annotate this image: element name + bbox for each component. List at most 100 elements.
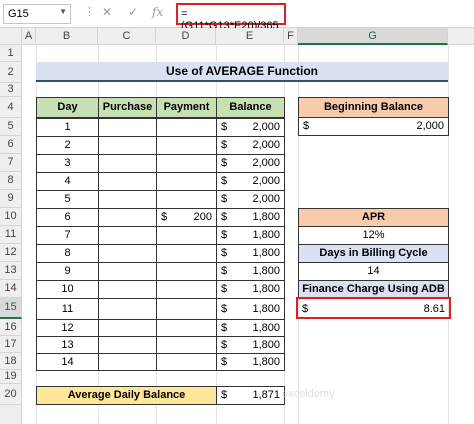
day-cell[interactable]: 8: [36, 244, 99, 263]
purchase-cell[interactable]: [98, 136, 157, 155]
payment-cell[interactable]: [156, 118, 217, 137]
row-header-9[interactable]: 9: [0, 190, 22, 208]
purchase-cell[interactable]: [98, 226, 157, 245]
row-header-11[interactable]: 11: [0, 226, 22, 244]
balance-cell[interactable]: $1,800: [216, 353, 285, 371]
row-header-4[interactable]: 4: [0, 97, 22, 118]
purchase-cell[interactable]: [98, 244, 157, 263]
balance-cell[interactable]: $1,800: [216, 208, 285, 227]
row-header-18[interactable]: 18: [0, 353, 22, 370]
finance-charge-cell-selected[interactable]: $ 8.61: [296, 297, 451, 319]
row-header-20[interactable]: 20: [0, 384, 22, 405]
row-header-17[interactable]: 17: [0, 336, 22, 353]
day-cell[interactable]: 5: [36, 190, 99, 209]
payment-cell[interactable]: $200: [156, 208, 217, 227]
col-header-d[interactable]: D: [156, 28, 216, 45]
row-header-2[interactable]: 2: [0, 62, 22, 83]
day-cell[interactable]: 9: [36, 262, 99, 281]
header-balance[interactable]: Balance: [216, 97, 285, 118]
day-cell[interactable]: 1: [36, 118, 99, 137]
header-day[interactable]: Day: [36, 97, 99, 118]
col-header-c[interactable]: C: [98, 28, 156, 45]
chevron-down-icon[interactable]: ▼: [59, 7, 67, 16]
apr-label[interactable]: APR: [298, 208, 449, 227]
purchase-cell[interactable]: [98, 190, 157, 209]
purchase-cell[interactable]: [98, 280, 157, 299]
row-header-21[interactable]: [0, 405, 22, 424]
col-header-g[interactable]: G: [298, 28, 448, 45]
name-box[interactable]: G15 ▼: [3, 4, 71, 24]
apr-value[interactable]: 12%: [298, 226, 449, 245]
col-header-f[interactable]: F: [284, 28, 298, 45]
row-header-10[interactable]: 10: [0, 208, 22, 226]
balance-cell[interactable]: $1,800: [216, 319, 285, 337]
header-payment[interactable]: Payment: [156, 97, 217, 118]
row-header-14[interactable]: 14: [0, 280, 22, 298]
payment-cell[interactable]: [156, 136, 217, 155]
balance-cell[interactable]: $1,800: [216, 336, 285, 354]
purchase-cell[interactable]: [98, 154, 157, 173]
average-daily-balance-cell[interactable]: $ 1,871: [216, 386, 285, 405]
row-header-8[interactable]: 8: [0, 172, 22, 190]
balance-cell[interactable]: $1,800: [216, 280, 285, 299]
average-daily-balance-label[interactable]: Average Daily Balance: [36, 386, 217, 405]
day-cell[interactable]: 11: [36, 298, 99, 320]
payment-cell[interactable]: [156, 154, 217, 173]
purchase-cell[interactable]: [98, 172, 157, 191]
payment-cell[interactable]: [156, 244, 217, 263]
balance-cell[interactable]: $2,000: [216, 136, 285, 155]
payment-cell[interactable]: [156, 298, 217, 320]
payment-cell[interactable]: [156, 262, 217, 281]
balance-cell[interactable]: $1,800: [216, 298, 285, 320]
days-in-billing-cycle-label[interactable]: Days in Billing Cycle: [298, 244, 449, 263]
row-header-13[interactable]: 13: [0, 262, 22, 280]
formula-input[interactable]: =(G11*G13*E20)/365: [176, 3, 286, 32]
payment-cell[interactable]: [156, 336, 217, 354]
header-purchase[interactable]: Purchase: [98, 97, 157, 118]
col-header-a[interactable]: A: [22, 28, 36, 45]
purchase-cell[interactable]: [98, 118, 157, 137]
balance-cell[interactable]: $1,800: [216, 244, 285, 263]
payment-cell[interactable]: [156, 172, 217, 191]
day-cell[interactable]: 6: [36, 208, 99, 227]
payment-cell[interactable]: [156, 319, 217, 337]
beginning-balance-cell[interactable]: $ 2,000: [298, 117, 449, 136]
balance-cell[interactable]: $2,000: [216, 172, 285, 191]
purchase-cell[interactable]: [98, 262, 157, 281]
day-cell[interactable]: 3: [36, 154, 99, 173]
day-cell[interactable]: 4: [36, 172, 99, 191]
more-options-icon[interactable]: ⋮: [84, 5, 96, 18]
balance-cell[interactable]: $1,800: [216, 226, 285, 245]
payment-cell[interactable]: [156, 280, 217, 299]
purchase-cell[interactable]: [98, 319, 157, 337]
purchase-cell[interactable]: [98, 208, 157, 227]
purchase-cell[interactable]: [98, 353, 157, 371]
day-cell[interactable]: 7: [36, 226, 99, 245]
row-header-15[interactable]: 15: [0, 298, 22, 319]
day-cell[interactable]: 12: [36, 319, 99, 337]
enter-icon[interactable]: ✓: [128, 5, 138, 19]
day-cell[interactable]: 13: [36, 336, 99, 354]
balance-cell[interactable]: $2,000: [216, 154, 285, 173]
row-header-7[interactable]: 7: [0, 154, 22, 172]
balance-cell[interactable]: $2,000: [216, 118, 285, 137]
purchase-cell[interactable]: [98, 336, 157, 354]
row-header-16[interactable]: 16: [0, 319, 22, 336]
payment-cell[interactable]: [156, 226, 217, 245]
days-in-billing-cycle-value[interactable]: 14: [298, 262, 449, 281]
col-header-h[interactable]: [448, 28, 474, 45]
select-all-corner[interactable]: [0, 28, 22, 45]
payment-cell[interactable]: [156, 190, 217, 209]
balance-cell[interactable]: $2,000: [216, 190, 285, 209]
row-header-12[interactable]: 12: [0, 244, 22, 262]
balance-cell[interactable]: $1,800: [216, 262, 285, 281]
row-header-6[interactable]: 6: [0, 136, 22, 154]
row-header-1[interactable]: 1: [0, 45, 22, 62]
payment-cell[interactable]: [156, 353, 217, 371]
row-header-3[interactable]: 3: [0, 83, 22, 97]
sheet-title[interactable]: Use of AVERAGE Function: [36, 62, 448, 82]
col-header-e[interactable]: E: [216, 28, 284, 45]
col-header-b[interactable]: B: [36, 28, 98, 45]
day-cell[interactable]: 10: [36, 280, 99, 299]
row-header-19[interactable]: 19: [0, 370, 22, 384]
